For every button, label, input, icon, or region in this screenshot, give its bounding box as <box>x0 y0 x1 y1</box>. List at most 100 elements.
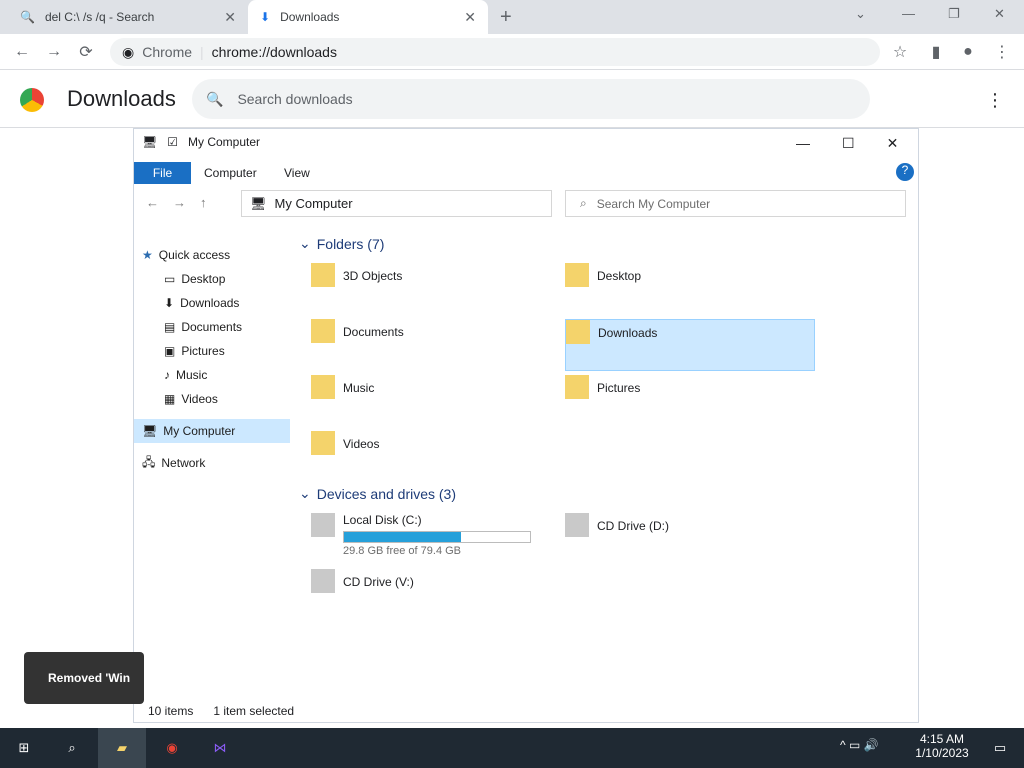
nav-downloads[interactable]: ⬇ Downloads <box>164 291 239 315</box>
profile-icon[interactable]: ● <box>956 40 980 64</box>
minimize-button[interactable]: — <box>902 6 915 21</box>
nav-desktop[interactable]: ▭ Desktop <box>164 267 225 291</box>
downloads-menu-icon[interactable]: ⋮ <box>986 90 1004 111</box>
drive-v[interactable]: CD Drive (V:) <box>311 569 561 621</box>
new-tab-button[interactable]: + <box>500 6 512 29</box>
chevron-down-icon: ⌄ <box>299 235 311 251</box>
drive-free-text: 29.8 GB free of 79.4 GB <box>343 545 462 557</box>
nav-network[interactable]: 🖧 Network <box>142 451 205 475</box>
tab-search[interactable]: 🔍 del C:\ /s /q - Search ✕ <box>8 0 248 34</box>
sidepanel-icon[interactable]: ▮ <box>924 40 948 64</box>
folder-icon <box>311 319 335 343</box>
drive-name: Local Disk (C:) <box>343 513 422 527</box>
back-button[interactable]: ← <box>146 195 159 210</box>
minimize-button[interactable]: — <box>796 135 810 152</box>
restore-button[interactable]: ❐ <box>948 6 960 22</box>
search-icon: 🔍 <box>20 10 35 24</box>
maximize-button[interactable]: ☐ <box>842 135 855 152</box>
downloads-search-input[interactable]: 🔍 Search downloads <box>192 79 870 119</box>
chrome-taskbar-icon[interactable]: ◉ <box>148 728 196 768</box>
back-button[interactable]: ← <box>10 40 34 64</box>
drives-group-title[interactable]: ⌄ Devices and drives (3) <box>299 485 456 502</box>
search-icon: ⌕ <box>580 196 587 210</box>
cd-drive-icon <box>311 569 335 593</box>
folder-videos[interactable]: Videos <box>311 431 561 483</box>
help-icon[interactable]: ? <box>896 163 914 181</box>
folder-downloads[interactable]: Downloads <box>565 319 815 371</box>
nav-my-computer[interactable]: 🖥 My Computer <box>134 419 290 443</box>
title: My Computer <box>188 135 261 149</box>
search-icon[interactable]: ⌕ <box>48 728 96 768</box>
omnibox-url: chrome://downloads <box>211 44 337 60</box>
notification-icon[interactable]: ▭ <box>976 728 1024 768</box>
omnibox[interactable]: ◉ Chrome | chrome://downloads <box>110 38 880 66</box>
folder-icon <box>565 375 589 399</box>
items-count: 10 items <box>148 704 194 718</box>
nav-pictures[interactable]: ▣ Pictures <box>164 339 225 363</box>
ribbon-tab-view[interactable]: View <box>284 162 310 184</box>
status-bar: 10 items 1 item selected <box>134 699 920 723</box>
forward-button[interactable]: → <box>173 195 186 210</box>
omnibox-site: Chrome <box>142 44 193 60</box>
nav-music[interactable]: ♪ Music <box>164 363 207 387</box>
quick-access-toolbar-icon[interactable]: ☑ <box>167 135 178 149</box>
drive-usage-bar <box>343 531 531 543</box>
tab-title: Downloads <box>280 10 340 24</box>
forward-button[interactable]: → <box>42 40 66 64</box>
document-icon: ▤ <box>164 320 176 334</box>
music-icon: ♪ <box>164 368 170 382</box>
ribbon-tab-computer[interactable]: Computer <box>204 162 257 184</box>
folder-icon <box>565 263 589 287</box>
chrome-icon: ◉ <box>122 43 135 60</box>
video-icon: ▦ <box>164 392 176 406</box>
file-explorer-taskbar-icon[interactable]: ▰ <box>98 728 146 768</box>
computer-icon: 🖥 <box>250 195 267 211</box>
close-tab-icon[interactable]: ✕ <box>464 9 476 26</box>
address-bar[interactable]: 🖥 My Computer <box>241 190 552 217</box>
drive-c[interactable]: Local Disk (C:) 29.8 GB free of 79.4 GB <box>311 513 561 565</box>
folder-pictures[interactable]: Pictures <box>565 375 815 427</box>
up-button[interactable]: ↑ <box>200 195 207 210</box>
network-icon: 🖧 <box>142 454 156 469</box>
selected-count: 1 item selected <box>213 704 295 718</box>
computer-icon: 🖥 <box>142 424 158 438</box>
tab-search-button[interactable]: ⌄ <box>855 6 866 22</box>
nav-videos[interactable]: ▦ Videos <box>164 387 218 411</box>
close-window-button[interactable]: ✕ <box>994 6 1005 22</box>
drive-d[interactable]: CD Drive (D:) <box>565 513 815 565</box>
explorer-search-input[interactable]: ⌕ Search My Computer <box>565 190 906 217</box>
hard-drive-icon <box>311 513 335 537</box>
pictures-icon: ▣ <box>164 344 176 358</box>
reload-button[interactable]: ⟳ <box>74 40 98 64</box>
folder-desktop[interactable]: Desktop <box>565 263 815 315</box>
ribbon-tab-file[interactable]: File <box>134 162 191 184</box>
close-tab-icon[interactable]: ✕ <box>224 9 236 26</box>
tab-title: del C:\ /s /q - Search <box>44 10 155 24</box>
search-placeholder: Search My Computer <box>596 196 711 211</box>
chevron-down-icon: ⌄ <box>299 485 311 501</box>
star-icon: ★ <box>142 248 153 262</box>
folder-icon <box>311 431 335 455</box>
taskbar: ⊞ ⌕ ▰ ◉ ⋈ ^ ▭ 🔊 4:15 AM 1/10/2023 ▭ <box>0 728 1024 768</box>
menu-icon[interactable]: ⋮ <box>990 40 1014 64</box>
folders-group-title[interactable]: ⌄ Folders (7) <box>299 235 384 252</box>
tab-downloads[interactable]: ⬇ Downloads ✕ <box>248 0 488 34</box>
folder-documents[interactable]: Documents <box>311 319 561 371</box>
content-pane: ⌄ Folders (7) 3D Objects Desktop Document… <box>299 229 917 699</box>
close-button[interactable]: ✕ <box>887 135 899 152</box>
start-icon[interactable]: ⊞ <box>0 728 48 768</box>
search-placeholder: Search downloads <box>237 91 353 107</box>
desktop-icon: ▭ <box>164 272 176 286</box>
system-tray-icons[interactable]: ^ ▭ 🔊 <box>840 738 879 752</box>
folder-3d-objects[interactable]: 3D Objects <box>311 263 561 315</box>
nav-quick-access[interactable]: ★ Quick access <box>142 243 230 267</box>
folder-music[interactable]: Music <box>311 375 561 427</box>
bookmark-icon[interactable]: ☆ <box>888 40 912 64</box>
cd-drive-icon <box>565 513 589 537</box>
toast-notification: Removed 'Win <box>24 652 144 704</box>
download-icon: ⬇ <box>164 296 175 310</box>
clock[interactable]: 4:15 AM 1/10/2023 <box>912 732 972 760</box>
browser-toolbar: ← → ⟳ ◉ Chrome | chrome://downloads ☆ ▮ … <box>0 34 1024 70</box>
visual-studio-taskbar-icon[interactable]: ⋈ <box>196 728 244 768</box>
nav-documents[interactable]: ▤ Documents <box>164 315 242 339</box>
